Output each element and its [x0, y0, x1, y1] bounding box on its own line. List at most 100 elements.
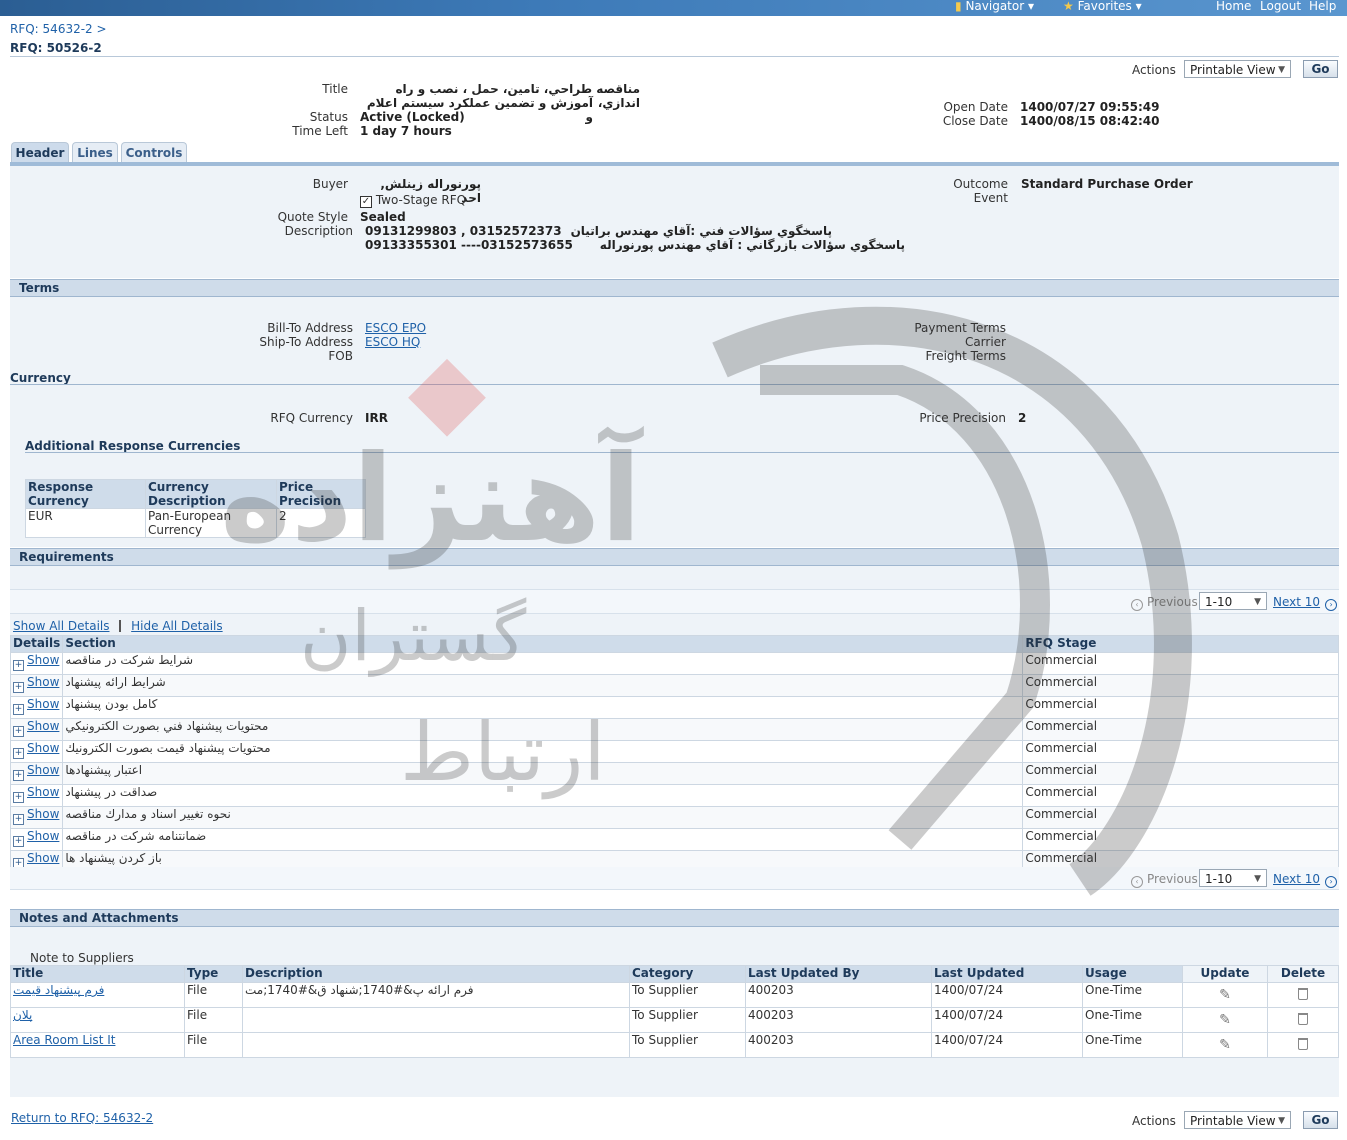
show-details-link[interactable]: Show [27, 829, 59, 843]
pencil-icon[interactable]: ✎ [1219, 1012, 1231, 1028]
expand-icon[interactable]: + [13, 770, 24, 781]
show-details-link[interactable]: Show [27, 719, 59, 733]
quote-style-label: Quote Style [277, 210, 348, 224]
show-details-link[interactable]: Show [27, 653, 59, 667]
trash-icon[interactable] [1298, 1012, 1308, 1025]
table-row: Area Room List It File To Supplier 400203 14… [10, 1032, 1339, 1058]
column-header: Category [629, 965, 746, 983]
expand-icon[interactable]: + [13, 792, 24, 803]
show-details-link[interactable]: Show [27, 785, 59, 799]
attachment-title-link[interactable]: Area Room List It [13, 1033, 115, 1047]
favorites-icon: ★ [1063, 0, 1074, 13]
show-all-details-link[interactable]: Show All Details [13, 619, 110, 633]
status-label: Status [309, 110, 348, 124]
expand-icon[interactable]: + [13, 704, 24, 715]
previous-arrow-icon: ‹ [1131, 876, 1143, 888]
expand-icon[interactable]: + [13, 748, 24, 759]
rfq-currency-label: RFQ Currency [270, 411, 353, 425]
trash-icon[interactable] [1298, 1037, 1308, 1050]
delete-cell [1267, 982, 1339, 1008]
trash-icon[interactable] [1298, 987, 1308, 1000]
next-link-bottom[interactable]: Next 10 › [1273, 872, 1338, 888]
next-link[interactable]: Next 10 › [1273, 595, 1338, 611]
currencies-table: Response Currency Currency Description P… [25, 479, 366, 538]
expand-icon[interactable]: + [13, 836, 24, 847]
attachments-table: Title Type Description Category Last Upd… [10, 965, 1339, 1058]
details-cell: + Show [9, 674, 64, 697]
column-header: Delete [1267, 965, 1339, 983]
column-header: Update [1182, 965, 1268, 983]
checkbox-checked-icon[interactable]: ✓ [360, 196, 372, 208]
attachment-usage-cell: One-Time [1082, 1032, 1183, 1058]
tab-header[interactable]: Header [11, 142, 69, 163]
description-phones-1: 09131299803 , 03152572373 [365, 224, 562, 238]
show-details-link[interactable]: Show [27, 851, 59, 865]
requirements-table: Details Section RFQ Stage + Show شرايط شرك… [9, 635, 1339, 873]
table-row: EUR Pan-European Currency 2 [25, 508, 366, 538]
previous-link: ‹ Previous [1131, 595, 1198, 611]
table-header-row: Details Section RFQ Stage [9, 635, 1339, 653]
response-currency-cell: EUR [25, 508, 146, 538]
details-cell: + Show [9, 696, 64, 719]
table-row: + Show صداقت در پيشنهاد Commercial [9, 784, 1339, 807]
next-arrow-icon[interactable]: › [1325, 876, 1338, 888]
attachment-type-cell: File [184, 1032, 243, 1058]
show-details-link[interactable]: Show [27, 763, 59, 777]
range-select-bottom[interactable]: 1-10 ▼ [1199, 869, 1267, 887]
help-link[interactable]: Help [1309, 0, 1336, 12]
fob-label: FOB [328, 349, 353, 363]
details-cell: + Show [9, 762, 64, 785]
navigator-menu[interactable]: ▮ Navigator ▾ [955, 0, 1034, 12]
breadcrumb-parent-link[interactable]: RFQ: 54632-2 [10, 22, 93, 36]
show-details-link[interactable]: Show [27, 741, 59, 755]
actions-select[interactable]: Printable View ▼ [1184, 60, 1291, 78]
column-header: Response Currency [25, 479, 146, 509]
next-arrow-icon[interactable]: › [1325, 599, 1338, 611]
section-cell: محتويات پيشنهاد قيمت بصورت الكترونيك [62, 740, 1024, 763]
home-link[interactable]: Home [1216, 0, 1251, 12]
logout-link[interactable]: Logout [1260, 0, 1301, 12]
actions-select-bottom[interactable]: Printable View ▼ [1184, 1111, 1291, 1129]
return-link[interactable]: Return to RFQ: 54632-2 [11, 1111, 153, 1125]
table-row: پلان File To Supplier 400203 1400/07/24 One-T… [10, 1007, 1339, 1033]
attachment-updated-by-cell: 400203 [745, 982, 932, 1008]
bill-to-link[interactable]: ESCO EPO [365, 321, 426, 335]
expand-icon[interactable]: + [13, 726, 24, 737]
section-cell: صداقت در پيشنهاد [62, 784, 1024, 807]
attachment-category-cell: To Supplier [629, 1032, 746, 1058]
title-label: Title [322, 82, 348, 96]
show-details-link[interactable]: Show [27, 807, 59, 821]
go-button-bottom[interactable]: Go [1303, 1111, 1338, 1129]
update-cell: ✎ [1182, 982, 1268, 1008]
show-details-link[interactable]: Show [27, 675, 59, 689]
ship-to-link[interactable]: ESCO HQ [365, 335, 420, 349]
outcome-value: Standard Purchase Order [1021, 177, 1193, 191]
attachment-title-link[interactable]: پلان [13, 1008, 32, 1022]
expand-icon[interactable]: + [13, 814, 24, 825]
attachment-title-link[interactable]: فرم پيشنهاد قيمت [13, 983, 104, 997]
delete-cell [1267, 1032, 1339, 1058]
table-row: + Show محتويات پيشنهاد قيمت بصورت الكتروني… [9, 740, 1339, 763]
event-label: Event [973, 191, 1008, 205]
attachment-description-cell [242, 1032, 630, 1058]
section-cell: نحوه تغيير اسناد و مدارك مناقصه [62, 806, 1024, 829]
go-button[interactable]: Go [1303, 60, 1338, 78]
description-text-2: پاسخگوي سؤالات بازرگاني : آقاي مهندس پور… [599, 238, 905, 252]
favorites-menu[interactable]: ★ Favorites ▾ [1063, 0, 1142, 12]
actions-label: Actions [1132, 63, 1176, 77]
expand-icon[interactable]: + [13, 660, 24, 671]
pencil-icon[interactable]: ✎ [1219, 987, 1231, 1003]
range-select[interactable]: 1-10 ▼ [1199, 592, 1267, 610]
tab-lines[interactable]: Lines [72, 142, 118, 163]
toggle-separator [119, 620, 122, 632]
rfq-stage-cell: Commercial [1022, 652, 1339, 675]
attachment-category-cell: To Supplier [629, 982, 746, 1008]
attachment-usage-cell: One-Time [1082, 982, 1183, 1008]
pencil-icon[interactable]: ✎ [1219, 1037, 1231, 1053]
tab-controls[interactable]: Controls [121, 142, 187, 163]
open-date-label: Open Date [943, 100, 1008, 114]
expand-icon[interactable]: + [13, 682, 24, 693]
previous-link-bottom: ‹ Previous [1131, 872, 1198, 888]
hide-all-details-link[interactable]: Hide All Details [131, 619, 222, 633]
show-details-link[interactable]: Show [27, 697, 59, 711]
